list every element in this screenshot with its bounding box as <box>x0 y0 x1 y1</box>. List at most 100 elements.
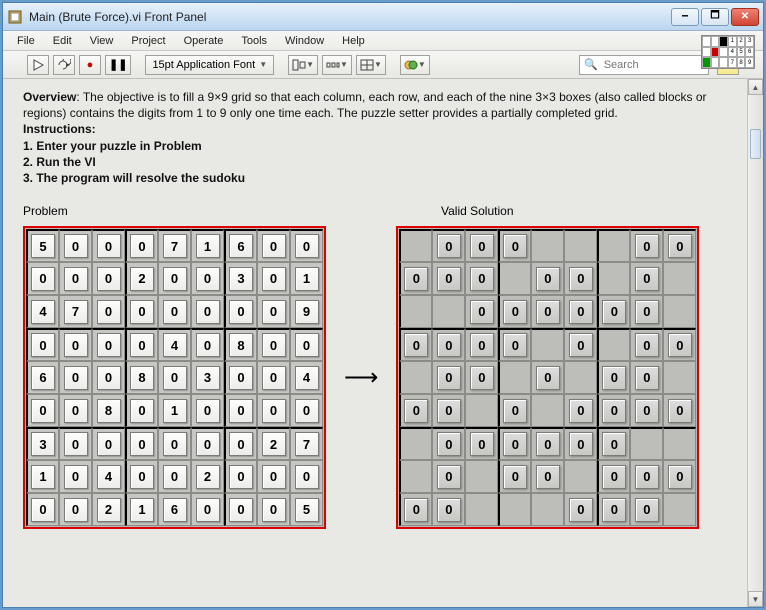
cell-value[interactable]: 8 <box>229 333 253 357</box>
problem-cell[interactable]: 0 <box>92 295 125 328</box>
minimize-button[interactable]: 🗕 <box>671 8 699 26</box>
cell-value[interactable]: 3 <box>196 366 220 390</box>
cell-value[interactable]: 1 <box>31 465 55 489</box>
cell-value[interactable]: 8 <box>130 366 154 390</box>
reorder-button[interactable]: ▼ <box>400 55 430 75</box>
cell-value[interactable]: 0 <box>229 432 253 456</box>
cell-value[interactable]: 0 <box>130 465 154 489</box>
abort-button[interactable]: ● <box>79 55 101 75</box>
problem-cell[interactable]: 2 <box>125 262 158 295</box>
problem-cell[interactable]: 4 <box>158 328 191 361</box>
cell-value[interactable]: 0 <box>229 300 253 324</box>
problem-cell[interactable]: 0 <box>158 460 191 493</box>
problem-cell[interactable]: 0 <box>125 328 158 361</box>
cell-value[interactable]: 0 <box>262 234 286 258</box>
cell-value[interactable]: 1 <box>130 498 154 522</box>
problem-cell[interactable]: 1 <box>125 493 158 526</box>
problem-cell[interactable]: 4 <box>26 295 59 328</box>
problem-cell[interactable]: 0 <box>26 493 59 526</box>
cell-value[interactable]: 0 <box>295 399 319 423</box>
cell-value[interactable]: 4 <box>295 366 319 390</box>
cell-value[interactable]: 3 <box>229 267 253 291</box>
problem-cell[interactable]: 0 <box>59 394 92 427</box>
pause-button[interactable]: ❚❚ <box>105 55 131 75</box>
problem-cell[interactable]: 0 <box>191 427 224 460</box>
problem-cell[interactable]: 1 <box>158 394 191 427</box>
problem-grid[interactable]: 5000716000002003014700000090000408006008… <box>23 226 326 529</box>
scroll-up-icon[interactable]: ▲ <box>748 79 763 95</box>
problem-cell[interactable]: 1 <box>26 460 59 493</box>
problem-cell[interactable]: 3 <box>224 262 257 295</box>
cell-value[interactable]: 0 <box>31 399 55 423</box>
cell-value[interactable]: 9 <box>295 300 319 324</box>
problem-cell[interactable]: 6 <box>158 493 191 526</box>
cell-value[interactable]: 6 <box>31 366 55 390</box>
cell-value[interactable]: 0 <box>130 399 154 423</box>
problem-cell[interactable]: 0 <box>125 460 158 493</box>
menu-file[interactable]: File <box>9 33 43 49</box>
problem-cell[interactable]: 0 <box>59 328 92 361</box>
cell-value[interactable]: 0 <box>163 267 187 291</box>
cell-value[interactable]: 7 <box>295 432 319 456</box>
problem-cell[interactable]: 1 <box>290 262 323 295</box>
cell-value[interactable]: 7 <box>163 234 187 258</box>
scroll-thumb[interactable] <box>750 129 761 159</box>
problem-cell[interactable]: 0 <box>290 394 323 427</box>
problem-cell[interactable]: 0 <box>191 328 224 361</box>
problem-cell[interactable]: 3 <box>191 361 224 394</box>
cell-value[interactable]: 0 <box>163 300 187 324</box>
problem-cell[interactable]: 6 <box>224 229 257 262</box>
cell-value[interactable]: 0 <box>229 366 253 390</box>
cell-value[interactable]: 0 <box>64 333 88 357</box>
cell-value[interactable]: 0 <box>196 432 220 456</box>
cell-value[interactable]: 1 <box>163 399 187 423</box>
problem-cell[interactable]: 0 <box>125 295 158 328</box>
close-button[interactable]: ✕ <box>731 8 759 26</box>
cell-value[interactable]: 4 <box>97 465 121 489</box>
cell-value[interactable]: 0 <box>196 267 220 291</box>
problem-cell[interactable]: 0 <box>59 493 92 526</box>
cell-value[interactable]: 0 <box>97 300 121 324</box>
cell-value[interactable]: 0 <box>196 498 220 522</box>
cell-value[interactable]: 0 <box>262 399 286 423</box>
menu-help[interactable]: Help <box>334 33 373 49</box>
search-box[interactable]: 🔍 <box>579 55 709 75</box>
problem-cell[interactable]: 6 <box>26 361 59 394</box>
problem-cell[interactable]: 0 <box>257 493 290 526</box>
problem-cell[interactable]: 0 <box>158 427 191 460</box>
problem-cell[interactable]: 9 <box>290 295 323 328</box>
cell-value[interactable]: 0 <box>130 300 154 324</box>
cell-value[interactable]: 0 <box>64 366 88 390</box>
problem-cell[interactable]: 7 <box>290 427 323 460</box>
cell-value[interactable]: 8 <box>97 399 121 423</box>
problem-cell[interactable]: 0 <box>224 361 257 394</box>
cell-value[interactable]: 0 <box>196 399 220 423</box>
cell-value[interactable]: 6 <box>163 498 187 522</box>
cell-value[interactable]: 0 <box>97 267 121 291</box>
problem-cell[interactable]: 0 <box>59 229 92 262</box>
cell-value[interactable]: 0 <box>262 498 286 522</box>
cell-value[interactable]: 5 <box>31 234 55 258</box>
problem-cell[interactable]: 7 <box>158 229 191 262</box>
problem-cell[interactable]: 0 <box>191 394 224 427</box>
cell-value[interactable]: 0 <box>163 465 187 489</box>
cell-value[interactable]: 0 <box>97 366 121 390</box>
cell-value[interactable]: 0 <box>196 333 220 357</box>
cell-value[interactable]: 0 <box>196 300 220 324</box>
cell-value[interactable]: 0 <box>262 465 286 489</box>
problem-cell[interactable]: 0 <box>191 295 224 328</box>
problem-cell[interactable]: 4 <box>92 460 125 493</box>
problem-cell[interactable]: 7 <box>59 295 92 328</box>
problem-cell[interactable]: 0 <box>224 295 257 328</box>
cell-value[interactable]: 0 <box>64 498 88 522</box>
problem-cell[interactable]: 8 <box>224 328 257 361</box>
problem-cell[interactable]: 0 <box>158 361 191 394</box>
menu-project[interactable]: Project <box>123 33 173 49</box>
problem-cell[interactable]: 3 <box>26 427 59 460</box>
cell-value[interactable]: 3 <box>31 432 55 456</box>
cell-value[interactable]: 0 <box>163 432 187 456</box>
problem-cell[interactable]: 0 <box>191 262 224 295</box>
cell-value[interactable]: 0 <box>64 432 88 456</box>
cell-value[interactable]: 0 <box>229 498 253 522</box>
cell-value[interactable]: 0 <box>64 465 88 489</box>
